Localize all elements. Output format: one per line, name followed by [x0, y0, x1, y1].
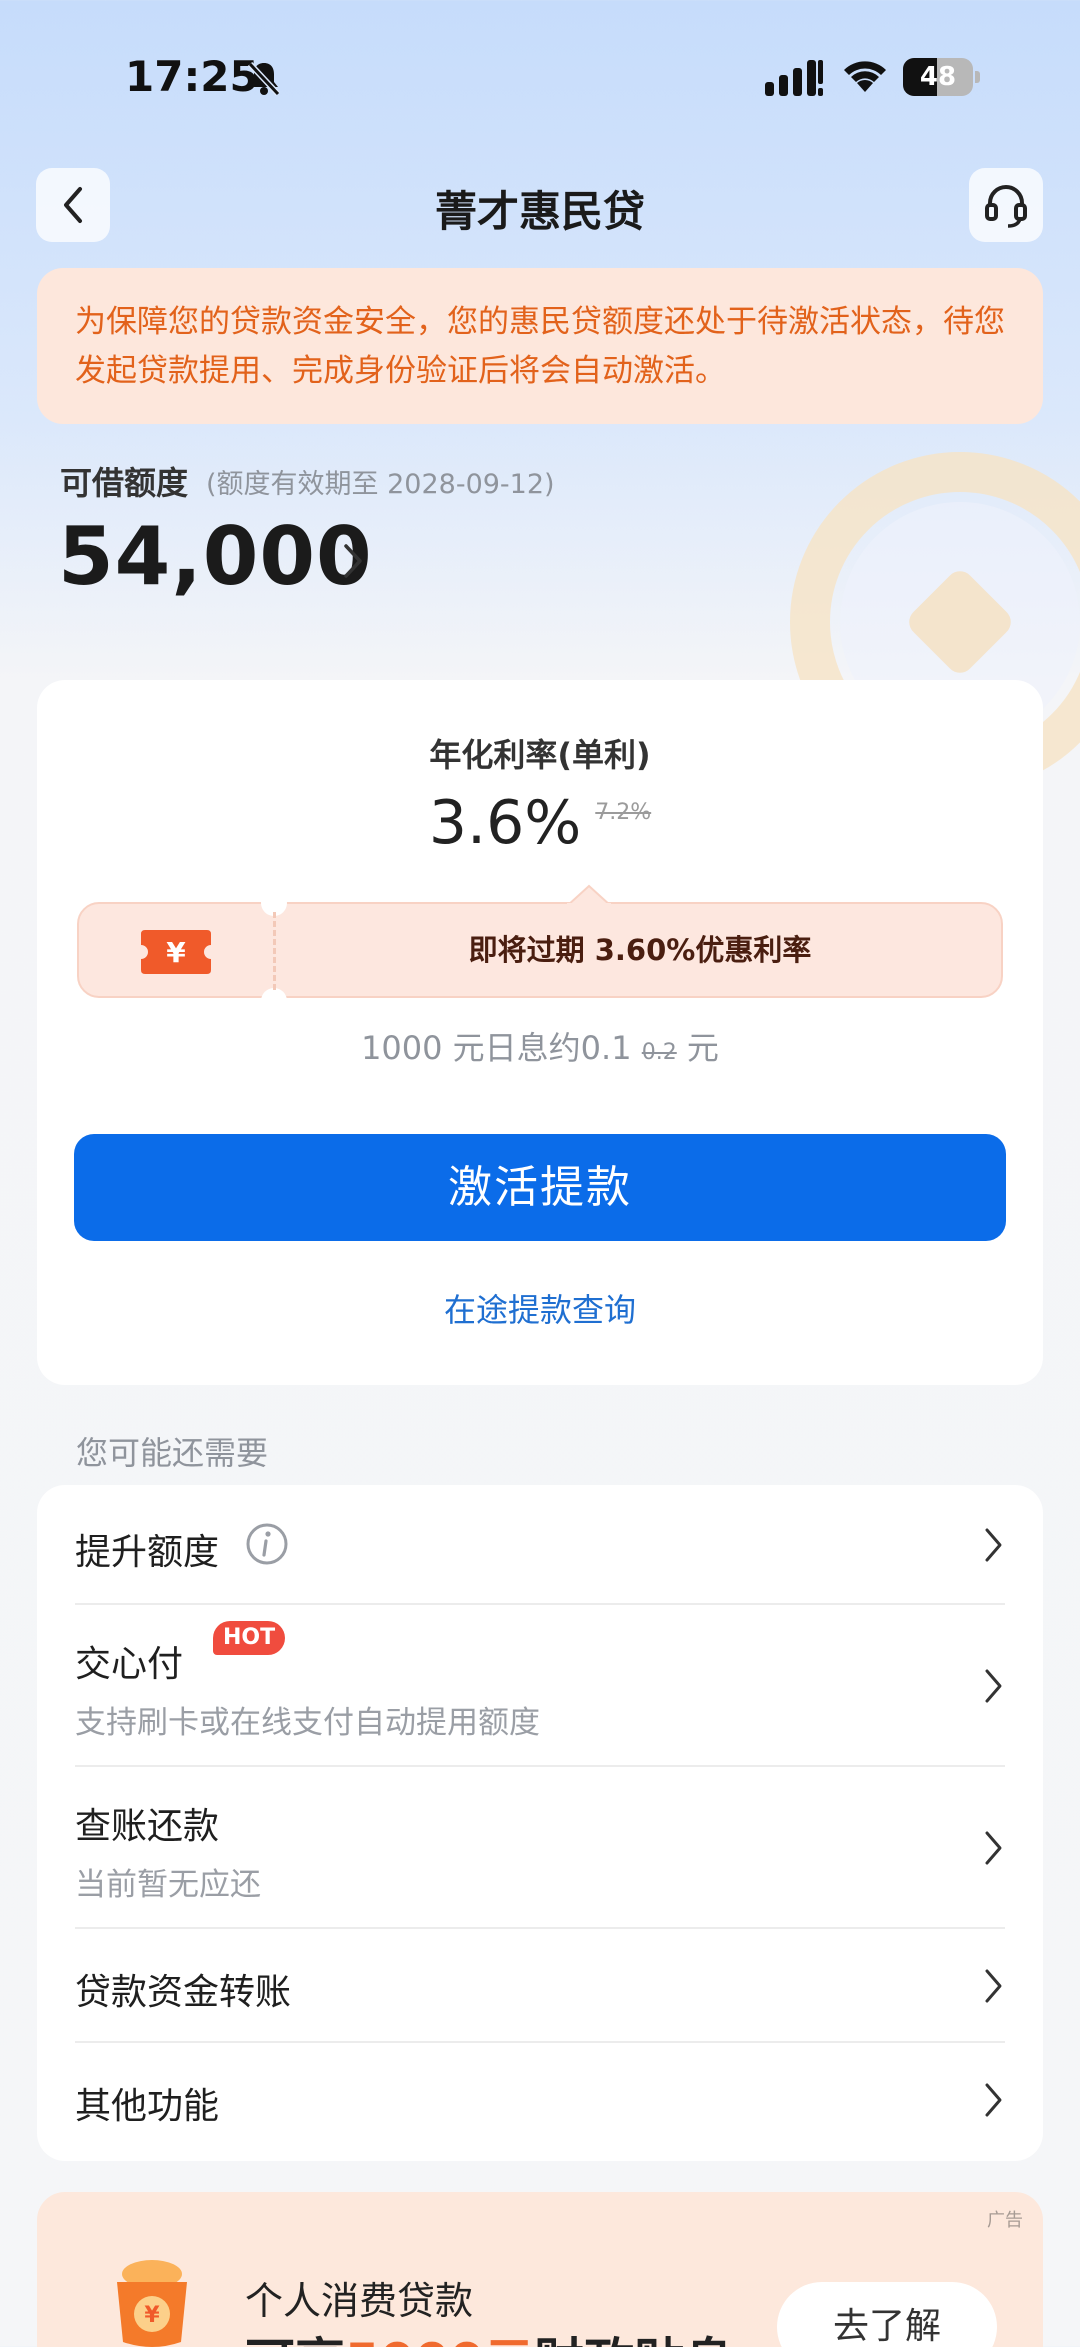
- status-time: 17:25: [125, 52, 259, 101]
- ad-title: 个人消费贷款: [245, 2279, 474, 2323]
- list-item-raise-quota[interactable]: 提升额度: [37, 1485, 1043, 1605]
- interest-original: 0.2: [641, 1040, 677, 1065]
- list-item-title: 其他功能: [75, 2086, 220, 2127]
- list-item-other-functions[interactable]: 其他功能: [37, 2043, 1043, 2161]
- signal-icon: [765, 60, 823, 96]
- learn-more-button[interactable]: 去了解: [777, 2282, 997, 2347]
- coupon-text: 即将过期 3.60%优惠利率: [468, 933, 812, 967]
- list-item-title: 交心付: [75, 1644, 184, 1685]
- rate-value: 3.6%: [428, 788, 582, 858]
- coupon-notch: [567, 884, 611, 906]
- list-item-subtitle: 当前暂无应还: [75, 1867, 261, 1903]
- activation-notice: 为保障您的贷款资金安全，您的惠民贷额度还处于待激活状态，待您发起贷款提用、完成身…: [37, 268, 1043, 424]
- quota-validity: (额度有效期至 2028-09-12): [206, 469, 555, 500]
- yuan-coupon-icon: ¥: [141, 930, 211, 974]
- list-item-title: 查账还款: [75, 1806, 220, 1847]
- chevron-right-icon: [985, 1669, 1002, 1703]
- rate-original: 7.2%: [595, 800, 652, 825]
- status-bar: 17:25 48: [0, 0, 1080, 150]
- svg-text:¥: ¥: [144, 2303, 160, 2328]
- quota-label: 可借额度: [60, 464, 189, 502]
- section-title: 您可能还需要: [76, 1434, 269, 1472]
- ad-sub-highlight: 5000元: [345, 2333, 534, 2347]
- list-item-title: 贷款资金转账: [75, 1972, 292, 2013]
- daily-interest: 1000 元日息约0.1 0.2 元: [37, 1023, 1043, 1069]
- activate-withdraw-button[interactable]: 激活提款: [74, 1134, 1006, 1241]
- list-item-subtitle: 支持刷卡或在线支付自动提用额度: [75, 1705, 540, 1741]
- chevron-right-icon: [985, 1831, 1002, 1865]
- info-icon[interactable]: [245, 1522, 289, 1566]
- rate-label: 年化利率(单利): [429, 736, 651, 774]
- chevron-right-icon[interactable]: [342, 540, 366, 582]
- quota-amount[interactable]: 54,000: [58, 510, 373, 603]
- loan-card: 年化利率(单利) 3.6% 7.2% ¥ 即将过期 3.60%优惠利率 1000 …: [37, 680, 1043, 1385]
- coupon-banner[interactable]: ¥ 即将过期 3.60%优惠利率: [77, 884, 1003, 1014]
- bell-slash-icon: [247, 61, 281, 97]
- page-title: 菁才惠民贷: [434, 187, 645, 236]
- battery-icon: 48: [903, 58, 981, 98]
- chevron-right-icon: [985, 1969, 1002, 2003]
- wifi-icon: [844, 61, 886, 92]
- ad-sub-prefix: 可享: [245, 2333, 345, 2347]
- rate-row: 3.6% 7.2%: [37, 788, 1043, 858]
- headset-icon: [985, 185, 1027, 228]
- list-item-title: 提升额度: [75, 1532, 220, 1573]
- list-item-transfer[interactable]: 贷款资金转账: [37, 1929, 1043, 2043]
- hot-badge: HOT: [213, 1621, 286, 1655]
- gift-box-icon: ¥: [117, 2260, 187, 2347]
- customer-service-button[interactable]: [969, 168, 1043, 242]
- interest-suffix: 元: [686, 1029, 719, 1067]
- feature-list: 提升额度 交心付 HOT 支持刷卡或在线支付自动提用额度 查账还款 当前暂无应还…: [37, 1485, 1043, 2161]
- interest-prefix: 1000 元日息约0.1: [361, 1029, 632, 1067]
- list-item-bills-repay[interactable]: 查账还款 当前暂无应还: [37, 1767, 1043, 1929]
- ad-tag: 广告: [987, 2210, 1023, 2231]
- battery-level: 48: [919, 62, 957, 92]
- ad-subtitle: 可享5000元财政贴息: [245, 2322, 734, 2347]
- chevron-right-icon: [985, 1528, 1002, 1562]
- chevron-right-icon: [985, 2083, 1002, 2117]
- ad-banner[interactable]: 广告 ¥ 个人消费贷款 可享5000元财政贴息 去了解: [37, 2192, 1043, 2347]
- ad-sub-suffix: 财政贴息: [534, 2333, 734, 2347]
- coupon-symbol: ¥: [166, 936, 186, 969]
- list-item-jiaoxinfu[interactable]: 交心付 HOT 支持刷卡或在线支付自动提用额度: [37, 1605, 1043, 1767]
- transit-query-link[interactable]: 在途提款查询: [37, 1285, 1043, 1331]
